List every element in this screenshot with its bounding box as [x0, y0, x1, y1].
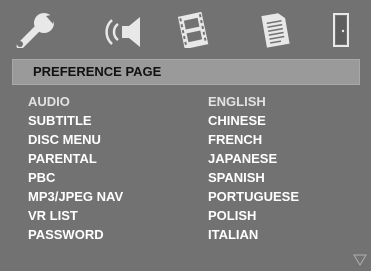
exit-door-icon[interactable] [330, 12, 352, 48]
setup-icon-bar [0, 0, 371, 58]
menu-content: AUDIO SUBTITLE DISC MENU PARENTAL PBC MP… [0, 92, 371, 262]
general-setup-wrench-icon[interactable] [12, 12, 60, 48]
option-item-english[interactable]: ENGLISH [208, 92, 299, 111]
option-list: ENGLISH CHINESE FRENCH JAPANESE SPANISH … [208, 92, 299, 244]
option-item-portuguese[interactable]: PORTUGUESE [208, 187, 299, 206]
setting-item-pbc[interactable]: PBC [28, 168, 123, 187]
option-item-french[interactable]: FRENCH [208, 130, 299, 149]
option-item-spanish[interactable]: SPANISH [208, 168, 299, 187]
option-item-polish[interactable]: POLISH [208, 206, 299, 225]
setting-item-password[interactable]: PASSWORD [28, 225, 123, 244]
setting-list: AUDIO SUBTITLE DISC MENU PARENTAL PBC MP… [28, 92, 123, 244]
dvd-setup-screen: PREFERENCE PAGE AUDIO SUBTITLE DISC MENU… [0, 0, 371, 271]
audio-speaker-icon[interactable] [100, 12, 148, 48]
page-title: PREFERENCE PAGE [12, 59, 360, 85]
option-item-italian[interactable]: ITALIAN [208, 225, 299, 244]
setting-item-vr-list[interactable]: VR LIST [28, 206, 123, 225]
setting-item-audio[interactable]: AUDIO [28, 92, 123, 111]
scroll-down-icon [353, 253, 367, 271]
option-item-japanese[interactable]: JAPANESE [208, 149, 299, 168]
setting-item-parental[interactable]: PARENTAL [28, 149, 123, 168]
option-item-chinese[interactable]: CHINESE [208, 111, 299, 130]
preference-page-icon[interactable] [259, 12, 291, 48]
video-film-icon[interactable] [173, 12, 213, 48]
setting-item-disc-menu[interactable]: DISC MENU [28, 130, 123, 149]
setting-item-subtitle[interactable]: SUBTITLE [28, 111, 123, 130]
setting-item-mp3-jpeg-nav[interactable]: MP3/JPEG NAV [28, 187, 123, 206]
